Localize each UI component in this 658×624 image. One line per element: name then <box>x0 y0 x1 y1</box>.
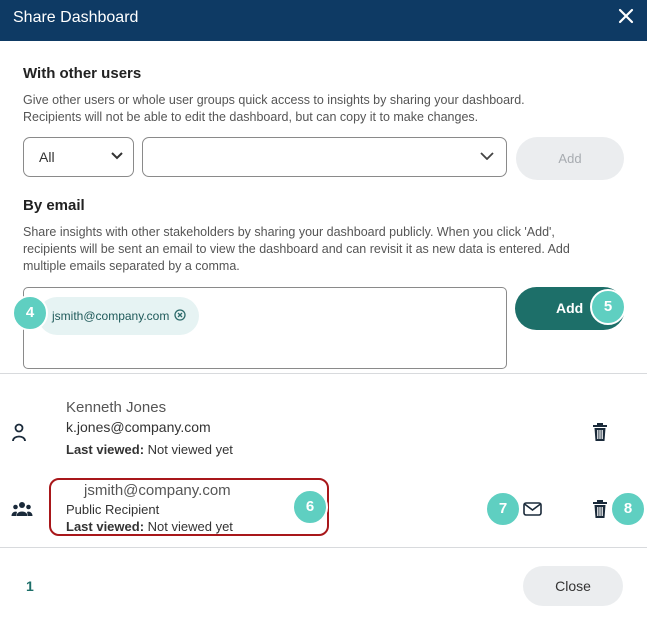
person-icon <box>12 423 26 442</box>
last-viewed-label: Last viewed: <box>66 442 145 457</box>
user-select[interactable] <box>142 137 507 177</box>
close-button[interactable]: Close <box>523 566 623 606</box>
chevron-down-icon <box>480 152 494 160</box>
chevron-down-icon <box>111 152 123 160</box>
recipient-type: Public Recipient <box>66 502 160 517</box>
step-badge: 5 <box>590 289 626 325</box>
add-email-button-label: Add <box>556 300 584 316</box>
add-user-button[interactable]: Add <box>516 137 624 180</box>
email-chip: jsmith@company.com <box>38 297 199 335</box>
by-email-description-line: recipients will be sent an email to view… <box>23 242 570 256</box>
other-users-description: Give other users or whole user groups qu… <box>23 92 633 126</box>
close-icon[interactable] <box>617 7 635 25</box>
recipient-email: k.jones@company.com <box>66 419 211 435</box>
by-email-description: Share insights with other stakeholders b… <box>23 224 633 275</box>
recipient-last-viewed: Last viewed: Not viewed yet <box>66 519 233 534</box>
group-icon <box>11 502 33 516</box>
recipient-last-viewed: Last viewed: Not viewed yet <box>66 442 233 457</box>
other-users-description-line: Recipients will not be able to edit the … <box>23 110 479 124</box>
pagination-page[interactable]: 1 <box>26 578 34 594</box>
last-viewed-value: Not viewed yet <box>147 519 233 534</box>
user-type-select-value: All <box>39 149 55 165</box>
by-email-heading: By email <box>23 197 85 214</box>
email-chip-label: jsmith@company.com <box>52 309 170 323</box>
dialog-header: Share Dashboard <box>0 0 647 41</box>
recipient-email: jsmith@company.com <box>84 482 231 499</box>
step-badge: 6 <box>292 489 328 525</box>
divider <box>0 373 647 374</box>
remove-circle-icon[interactable] <box>174 309 186 321</box>
dialog-title: Share Dashboard <box>13 9 139 26</box>
last-viewed-value: Not viewed yet <box>147 442 233 457</box>
last-viewed-label: Last viewed: <box>66 519 145 534</box>
mail-icon[interactable] <box>523 502 542 516</box>
divider <box>0 547 647 548</box>
by-email-description-line: multiple emails separated by a comma. <box>23 259 240 273</box>
recipient-name: Kenneth Jones <box>66 399 167 416</box>
trash-icon[interactable] <box>592 423 608 441</box>
step-badge: 7 <box>485 491 521 527</box>
step-badge: 4 <box>12 295 48 331</box>
by-email-description-line: Share insights with other stakeholders b… <box>23 225 555 239</box>
other-users-description-line: Give other users or whole user groups qu… <box>23 93 525 107</box>
user-type-select[interactable]: All <box>23 137 134 177</box>
trash-icon[interactable] <box>592 500 608 518</box>
other-users-heading: With other users <box>23 65 142 82</box>
step-badge: 8 <box>610 491 646 527</box>
